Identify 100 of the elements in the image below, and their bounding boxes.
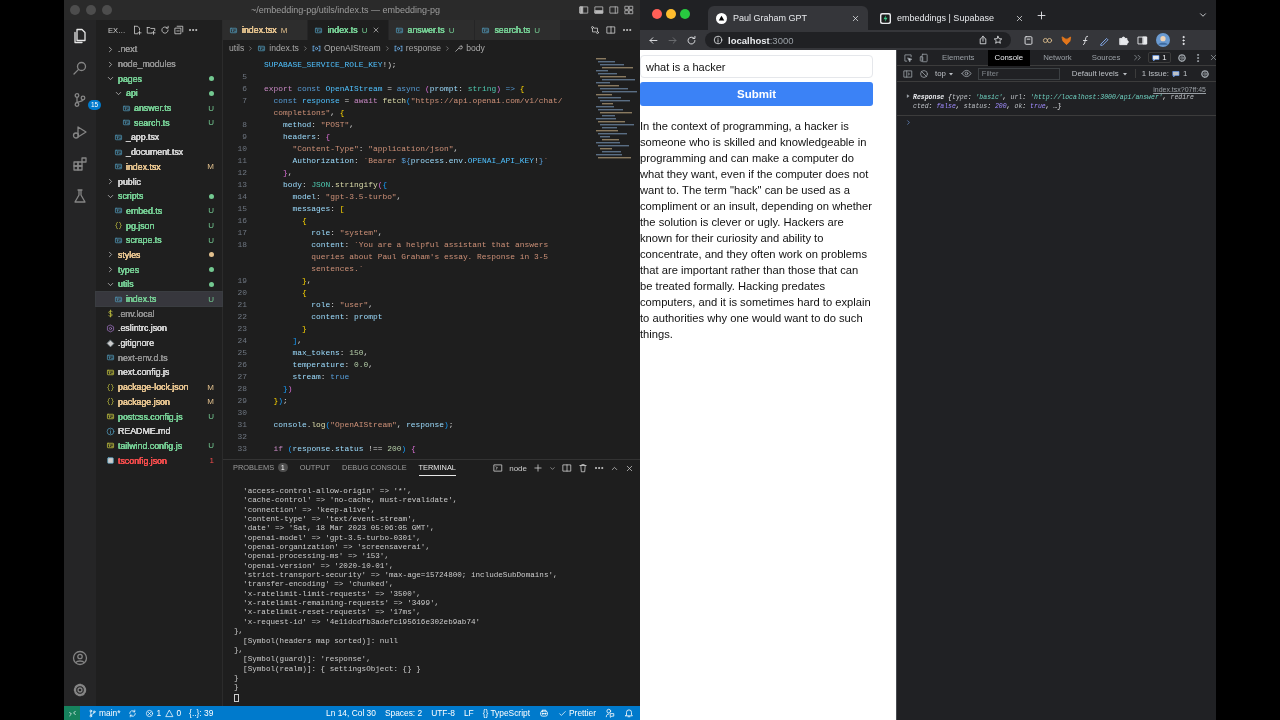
extensions-icon[interactable] — [72, 156, 88, 172]
branch-status[interactable]: main* — [88, 708, 121, 718]
trash-icon[interactable] — [578, 463, 588, 473]
chevron-down-icon[interactable] — [1198, 10, 1208, 20]
address-bar[interactable]: localhost:3000 — [705, 32, 1011, 48]
terminal-name[interactable]: node — [509, 463, 527, 473]
device-icon[interactable] — [919, 52, 929, 63]
sync-icon[interactable] — [128, 708, 138, 718]
close-icon[interactable] — [1208, 53, 1218, 62]
eye-icon[interactable] — [960, 68, 972, 79]
submit-button[interactable]: Submit — [640, 82, 873, 106]
settings-icon[interactable] — [72, 682, 88, 698]
close-icon[interactable] — [851, 13, 860, 23]
curve-icon[interactable] — [1080, 34, 1091, 46]
breadcrumb-item[interactable]: OpenAIStream — [323, 43, 381, 53]
plus-icon[interactable] — [533, 463, 543, 473]
file-tree-item[interactable]: search.ts U — [96, 115, 222, 131]
problems-status[interactable]: 1 0 — [145, 708, 182, 718]
status-item[interactable]: Prettier — [558, 708, 596, 718]
file-tree-item[interactable]: README.md — [96, 423, 222, 439]
file-tree-item[interactable]: node_modules — [96, 56, 222, 72]
browser-tab[interactable]: embeddings | Supabase — [872, 6, 1032, 30]
close-icon[interactable] — [371, 26, 380, 34]
split-view-icon[interactable] — [609, 5, 619, 15]
new-file-icon[interactable] — [131, 25, 142, 35]
close-icon[interactable] — [625, 463, 634, 473]
compare-icon[interactable] — [590, 25, 600, 35]
clear-console-icon[interactable] — [919, 68, 929, 79]
breadcrumb-item[interactable]: utils — [229, 43, 245, 53]
bell-icon[interactable] — [624, 708, 634, 718]
file-tree-item[interactable]: utils — [96, 277, 222, 292]
breadcrumb-item[interactable]: response — [405, 43, 442, 53]
file-tree-item[interactable]: types — [96, 262, 222, 277]
question-input[interactable]: what is a hacker — [640, 55, 873, 78]
close-icon[interactable] — [1015, 13, 1024, 23]
file-tree-item[interactable]: tailwind.config.js U — [96, 438, 222, 454]
editor-tab[interactable]: index.ts U — [308, 20, 389, 40]
split-terminal-icon[interactable] — [562, 463, 572, 473]
file-tree-item[interactable]: .env.local — [96, 306, 222, 322]
close-window-control[interactable] — [652, 9, 662, 19]
file-tree-item[interactable]: pg.json U — [96, 218, 222, 233]
avatar-icon[interactable] — [1156, 33, 1170, 47]
share-icon[interactable] — [978, 35, 988, 45]
file-tree-item[interactable]: .next — [96, 42, 222, 57]
square-logo-icon[interactable] — [1023, 34, 1034, 46]
layout-icon[interactable] — [624, 5, 634, 15]
status-item[interactable]: UTF-8 — [431, 708, 455, 718]
file-tree-item[interactable]: public — [96, 174, 222, 189]
status-item[interactable]: Ln 14, Col 30 — [326, 708, 376, 718]
source-control-icon[interactable] — [72, 92, 88, 108]
feedback-icon[interactable] — [605, 708, 615, 718]
expand-triangle-icon[interactable] — [905, 93, 911, 99]
breadcrumb-item[interactable]: body — [466, 43, 485, 53]
file-tree-item[interactable]: styles — [96, 247, 222, 263]
minimize-window-control[interactable] — [666, 9, 676, 19]
editor-tab[interactable]: answer.ts U — [388, 20, 476, 40]
files-icon[interactable] — [72, 28, 88, 44]
file-tree-item[interactable]: .gitignore — [96, 335, 222, 351]
breadcrumb-item[interactable]: index.ts — [269, 43, 299, 53]
file-tree-item[interactable]: embed.ts U — [96, 203, 222, 219]
status-item[interactable]: {} TypeScript — [482, 708, 530, 718]
file-tree-item[interactable]: api — [96, 86, 222, 101]
star-icon[interactable] — [993, 35, 1003, 45]
refresh-icon[interactable] — [159, 25, 170, 35]
file-tree-item[interactable]: postcss.config.js U — [96, 409, 222, 424]
puzzle-icon[interactable] — [1118, 34, 1129, 46]
status-item[interactable]: Spaces: 2 — [384, 708, 423, 718]
chevron-right-icon[interactable] — [106, 177, 115, 187]
file-tree-item[interactable]: scrape.ts U — [96, 232, 222, 248]
file-tree-item[interactable]: next-env.d.ts — [96, 350, 222, 366]
file-tree-item[interactable]: package.json M — [96, 394, 222, 410]
file-tree-item[interactable]: _document.tsx — [96, 144, 222, 160]
side-panel-icon[interactable] — [1137, 34, 1148, 46]
status-item[interactable]: LF — [463, 708, 474, 718]
sidebar-toggle-icon[interactable] — [579, 5, 589, 15]
panel-toggle-icon[interactable] — [594, 5, 604, 15]
file-tree-item[interactable]: .eslintrc.json — [96, 321, 222, 336]
back-button[interactable] — [648, 34, 659, 46]
search-icon[interactable] — [72, 60, 88, 76]
fox-icon[interactable] — [1061, 34, 1072, 46]
chevron-down-icon[interactable] — [549, 464, 556, 472]
settings-icon[interactable] — [1200, 68, 1210, 79]
more-tabs-icon[interactable] — [1133, 53, 1143, 62]
file-tree-item[interactable]: _app.tsx — [96, 130, 222, 145]
sidebar-icon[interactable] — [903, 68, 913, 79]
file-tree-item[interactable]: index.tsx M — [96, 159, 222, 175]
file-tree-item[interactable]: scripts — [96, 188, 222, 204]
new-tab-icon[interactable] — [1036, 9, 1047, 21]
zoom-window-control[interactable] — [680, 9, 690, 19]
settings-icon[interactable] — [1176, 52, 1187, 63]
editor-tab[interactable]: search.ts U — [475, 20, 561, 40]
new-folder-icon[interactable] — [145, 25, 156, 35]
status-item[interactable]: {..}: 39 — [189, 708, 214, 718]
file-tree-item[interactable]: index.ts U — [96, 291, 222, 307]
file-tree-item[interactable]: pages — [96, 71, 222, 87]
browser-tab[interactable]: Paul Graham GPT — [708, 6, 868, 30]
flask-icon[interactable] — [72, 188, 88, 204]
run-debug-icon[interactable] — [72, 124, 88, 140]
account-icon[interactable] — [72, 650, 88, 666]
inspect-icon[interactable] — [903, 52, 913, 63]
